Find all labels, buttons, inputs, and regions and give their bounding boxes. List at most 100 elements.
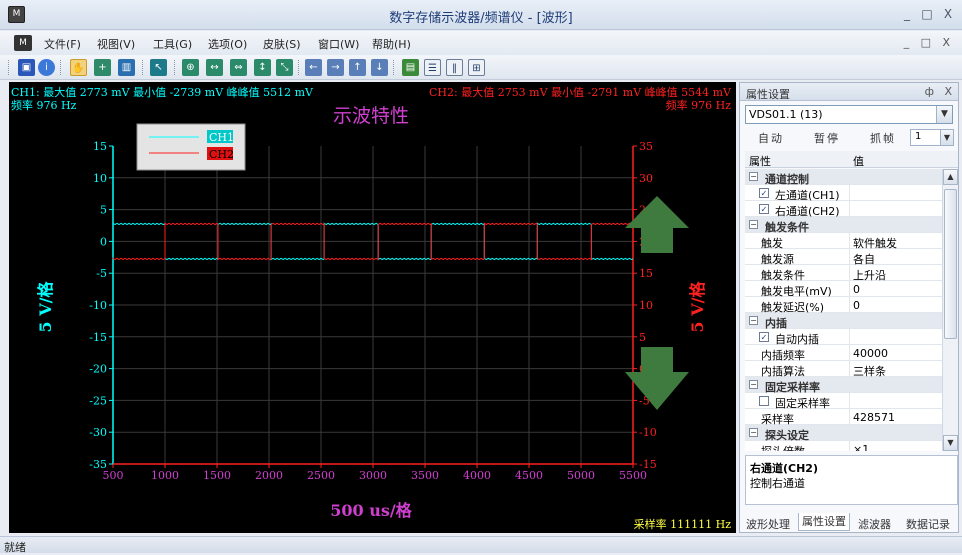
auto-button[interactable]: 自动	[758, 130, 784, 146]
property-grid[interactable]: − 通道控制 ✓ 左通道(CH1) ✓ 右通道(CH2) − 触发条件 触发 软件触发 触发源 各自触…	[745, 169, 942, 451]
checkbox[interactable]	[759, 396, 769, 406]
y-tick-label: -5	[96, 267, 107, 280]
ch2-measurements: CH2: 最大值 2753 mV 最小值 -2791 mV 峰峰值 5544 m…	[429, 85, 732, 99]
scrollbar-thumb[interactable]	[944, 189, 957, 339]
split-vertical-icon[interactable]: ‖	[446, 59, 463, 76]
frames-select[interactable]: 1 ▼	[910, 129, 954, 146]
y2-tick-label: 15	[639, 267, 653, 280]
y2-tick-label: 5	[639, 331, 646, 344]
menu-tools[interactable]: 工具(G)	[153, 36, 192, 52]
property-row[interactable]: 探头倍数 ×1	[745, 441, 942, 451]
property-value[interactable]: 0	[853, 299, 860, 312]
tab-properties[interactable]: 属性设置	[798, 513, 850, 531]
collapse-icon[interactable]: −	[749, 316, 758, 325]
cursor-icon[interactable]: ↖	[150, 59, 167, 76]
property-value[interactable]: 428571	[853, 411, 895, 424]
checkbox[interactable]: ✓	[759, 332, 769, 342]
chevron-down-icon[interactable]: ▼	[936, 106, 952, 123]
zoom-in-icon[interactable]: ⊕	[182, 59, 199, 76]
menu-file[interactable]: 文件(F)	[44, 36, 81, 52]
tab-filter[interactable]: 滤波器	[858, 516, 891, 532]
property-category[interactable]: − 通道控制	[745, 169, 942, 186]
y-tick-label: 5	[100, 204, 107, 217]
zoom-restore-icon[interactable]: ⤡	[276, 59, 293, 76]
document-menu-icon[interactable]: M	[14, 35, 32, 51]
grid-icon[interactable]: ⊞	[468, 59, 485, 76]
menu-help[interactable]: 帮助(H)	[372, 36, 411, 52]
chevron-down-icon[interactable]: ▼	[940, 130, 953, 145]
property-row[interactable]: 内插算法 三样条	[745, 361, 942, 378]
crosshair-icon[interactable]: +	[94, 59, 111, 76]
chart-legend[interactable]: CH1 CH2	[136, 123, 246, 171]
property-grid-header: 属性 值	[745, 151, 958, 168]
pin-icon[interactable]: ф	[925, 85, 934, 98]
column-divider	[849, 361, 850, 377]
device-select[interactable]: VDS01.1 (13) ▼	[745, 105, 953, 124]
collapse-icon[interactable]: −	[749, 428, 758, 437]
window-title: 数字存储示波器/频谱仪 - [波形]	[389, 11, 573, 26]
menu-window[interactable]: 窗口(W)	[318, 36, 359, 52]
property-row[interactable]: 触发电平(mV) 0	[745, 281, 942, 298]
property-grid-scrollbar[interactable]: ▲ ▼	[942, 169, 958, 451]
y-tick-label: 15	[93, 140, 107, 153]
property-value[interactable]: 40000	[853, 347, 888, 360]
device-select-value: VDS01.1 (13)	[749, 108, 823, 121]
zoom-vertical-icon[interactable]: ↕	[254, 59, 271, 76]
oscilloscope-chart[interactable]: 500 1000 1500 2000 2500 3000 3500 4000 4500 5000 5…	[9, 82, 736, 533]
tab-data-log[interactable]: 数据记录	[906, 516, 950, 532]
checkbox[interactable]: ✓	[759, 204, 769, 214]
collapse-icon[interactable]: −	[749, 380, 758, 389]
arrow-right-icon[interactable]: →	[327, 59, 344, 76]
panel-close-icon[interactable]: X	[944, 85, 952, 98]
property-row[interactable]: 内插频率 40000	[745, 345, 942, 362]
arrow-up-icon[interactable]: ↑	[349, 59, 366, 76]
menu-bar: M 文件(F) 视图(V) 工具(G) 选项(O) 皮肤(S) 窗口(W) 帮助…	[0, 31, 962, 55]
maximize-button[interactable]: □	[918, 6, 936, 22]
collapse-icon[interactable]: −	[749, 172, 758, 181]
menu-view[interactable]: 视图(V)	[97, 36, 135, 52]
close-button[interactable]: X	[939, 6, 957, 22]
property-row[interactable]: 触发条件 上升沿	[745, 265, 942, 282]
property-row[interactable]: 触发延迟(%) 0	[745, 297, 942, 314]
property-row[interactable]: 固定采样率	[745, 393, 942, 410]
property-value[interactable]: 0	[853, 283, 860, 296]
pause-button[interactable]: 暂停	[814, 130, 840, 146]
property-row[interactable]: 采样率 428571	[745, 409, 942, 426]
offset-up-arrow-icon[interactable]	[625, 196, 689, 253]
split-horizontal-icon[interactable]: ☰	[424, 59, 441, 76]
property-row[interactable]: 触发 软件触发	[745, 233, 942, 250]
minimize-button[interactable]: _	[898, 6, 916, 22]
zoom-fit-icon[interactable]: ⇔	[230, 59, 247, 76]
collapse-icon[interactable]: −	[749, 220, 758, 229]
column-divider	[849, 201, 850, 217]
window-icon[interactable]: ▤	[402, 59, 419, 76]
time-axis-unit: 500 us/格	[330, 501, 412, 520]
property-category[interactable]: − 触发条件	[745, 217, 942, 234]
capture-frame-button[interactable]: 抓帧	[870, 130, 896, 146]
checkbox[interactable]: ✓	[759, 188, 769, 198]
info-icon[interactable]: i	[38, 59, 55, 76]
arrow-left-icon[interactable]: ←	[305, 59, 322, 76]
property-row[interactable]: 触发源 各自	[745, 249, 942, 266]
column-divider	[849, 329, 850, 345]
hand-icon[interactable]: ✋	[70, 59, 87, 76]
menu-skin[interactable]: 皮肤(S)	[263, 36, 301, 52]
property-category[interactable]: − 内插	[745, 313, 942, 330]
property-category[interactable]: − 固定采样率	[745, 377, 942, 394]
property-row[interactable]: ✓ 左通道(CH1)	[745, 185, 942, 202]
scroll-up-icon[interactable]: ▲	[943, 169, 958, 185]
property-row[interactable]: ✓ 自动内插	[745, 329, 942, 346]
tab-waveform-processing[interactable]: 波形处理	[746, 516, 790, 532]
mdi-window-controls[interactable]: _ □ X	[904, 36, 954, 49]
column-value: 值	[853, 155, 864, 168]
zoom-horizontal-icon[interactable]: ↔	[206, 59, 223, 76]
oscilloscope-view[interactable]: 500 1000 1500 2000 2500 3000 3500 4000 4500 5000 5…	[9, 82, 736, 533]
property-value[interactable]: ×1	[853, 443, 869, 451]
arrow-down-icon[interactable]: ↓	[371, 59, 388, 76]
layout-icon[interactable]: ▥	[118, 59, 135, 76]
menu-options[interactable]: 选项(O)	[208, 36, 247, 52]
property-row[interactable]: ✓ 右通道(CH2)	[745, 201, 942, 218]
save-icon[interactable]: ▣	[18, 59, 35, 76]
scroll-down-icon[interactable]: ▼	[943, 435, 958, 451]
property-category[interactable]: − 探头设定	[745, 425, 942, 442]
